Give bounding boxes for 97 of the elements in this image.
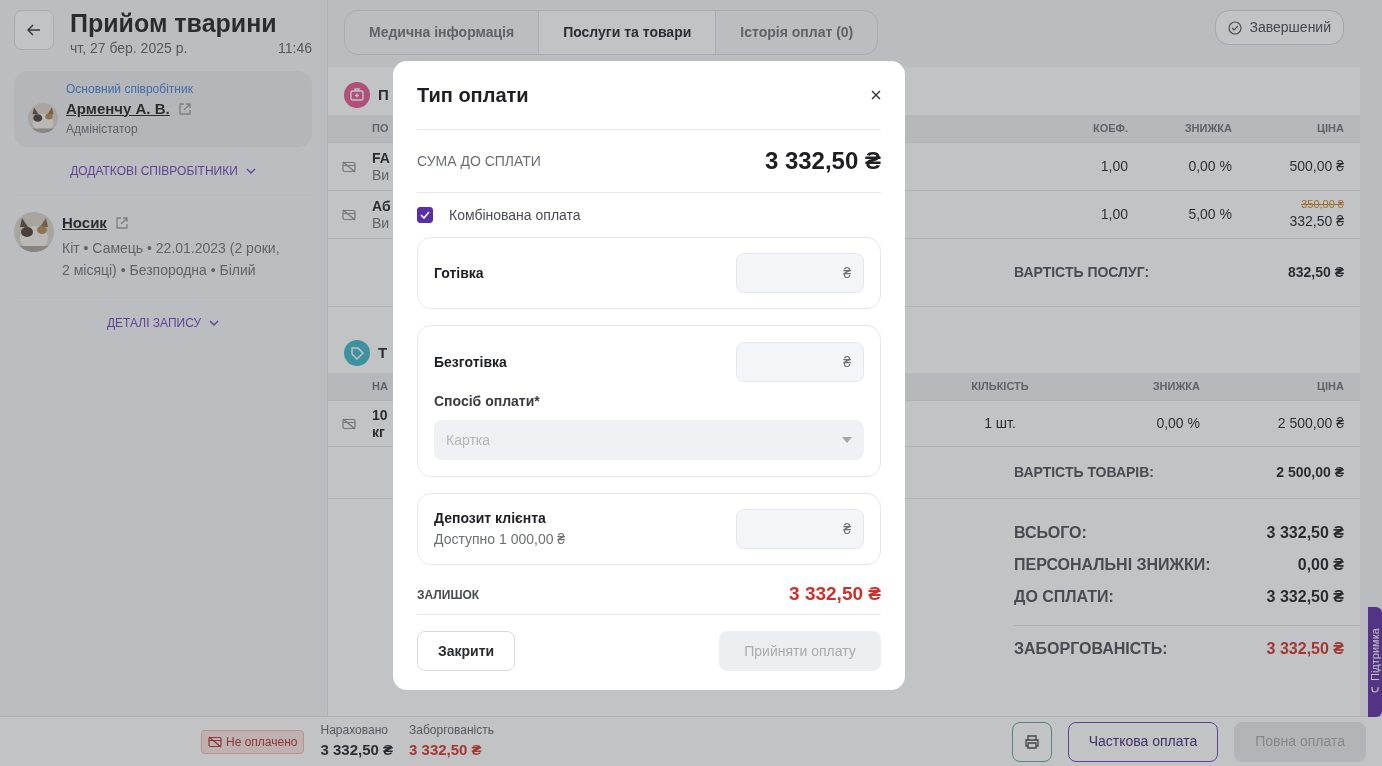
check-circle-icon — [1227, 20, 1242, 35]
back-arrow-icon — [27, 24, 41, 36]
record-details-toggle[interactable]: ДЕТАЛІ ЗАПИСУ — [106, 313, 202, 332]
deposit-available: Доступно 1 000,00 ₴ — [434, 530, 566, 549]
amount-label: СУМА ДО СПЛАТИ — [417, 151, 541, 171]
item-name: Аб — [372, 197, 391, 215]
check-icon — [420, 211, 430, 219]
external-link-icon[interactable] — [114, 216, 129, 231]
amount-input[interactable]: ₴ — [736, 509, 864, 549]
chevron-down-icon[interactable] — [245, 168, 256, 174]
old-price: 350,00 ₴ — [1301, 197, 1344, 211]
amount-input[interactable]: ₴ — [736, 253, 864, 293]
summary-label: ЗАБОРГОВАНІСТЬ: — [1014, 638, 1168, 659]
summary-value: 3 332,50 ₴ — [1266, 638, 1344, 659]
method-label: Безготівка — [434, 352, 507, 372]
partial-payment-button[interactable]: Часткова оплата — [1067, 721, 1219, 762]
currency-sign: ₴ — [843, 263, 851, 283]
debt-amount: 3 332,50 ₴ — [409, 740, 483, 761]
print-button[interactable] — [1011, 721, 1052, 762]
headset-icon — [1370, 685, 1380, 696]
item-subtitle: кг — [372, 423, 385, 441]
amount-input[interactable]: ₴ — [736, 342, 864, 382]
caret-icon — [842, 437, 852, 443]
select-label: Спосіб оплати* — [434, 392, 541, 411]
card-off-icon — [208, 735, 222, 748]
table-cell-text: 1 шт. — [983, 414, 1017, 433]
chevron-down-icon[interactable] — [209, 319, 220, 326]
summary-value: 3 332,50 ₴ — [1266, 587, 1344, 607]
column-header: НА — [372, 380, 388, 393]
table-cell-text: 0,00 % — [1155, 414, 1200, 433]
card-off-icon — [342, 417, 356, 430]
item-subtitle: Ви — [372, 214, 390, 232]
table-cell-text: 5,00 % — [1187, 205, 1232, 224]
column-header: КОЕФ. — [1092, 122, 1128, 135]
item-price: 2 500,00 ₴ — [1277, 414, 1344, 433]
external-link-icon[interactable] — [177, 101, 192, 116]
tab[interactable]: Історія оплат (0) — [716, 11, 878, 54]
summary-label: ПЕРСОНАЛЬНІ ЗНИЖКИ: — [1014, 555, 1211, 575]
method-label: Готівка — [434, 263, 484, 283]
total-label: ВАРТІСТЬ ТОВАРІВ: — [1014, 463, 1154, 482]
employee-position: Адміністатор — [66, 121, 139, 138]
table-cell-text: 1,00 — [1099, 205, 1128, 224]
column-header: КІЛЬКІСТЬ — [971, 380, 1029, 393]
column-header: ПО — [372, 122, 389, 135]
item-price: 500,00 ₴ — [1289, 157, 1344, 176]
patient-details: Кіт • Самець • 22.01.2023 (2 роки, 2 місяці) • Безпородна • Білий — [62, 238, 281, 280]
section-title: Т — [378, 342, 388, 363]
back-button[interactable] — [14, 10, 54, 50]
support-tab[interactable]: Підтримка — [1368, 607, 1382, 717]
currency-sign: ₴ — [843, 352, 851, 372]
summary-label: ДО СПЛАТИ: — [1014, 587, 1114, 607]
select-placeholder: Картка — [446, 430, 491, 450]
remainder-label: ЗАЛИШОК — [417, 586, 480, 604]
page-title: Прийом тварини — [70, 10, 278, 38]
card-off-icon — [342, 208, 356, 221]
charged-label: Нараховано — [320, 722, 389, 740]
currency-sign: ₴ — [843, 519, 851, 539]
card-off-icon — [342, 160, 356, 173]
table-cell-text: 0,00 % — [1187, 157, 1232, 176]
employee-name-link[interactable]: Арменчу А. В. — [66, 97, 170, 120]
appointment-time: 11:46 — [278, 38, 312, 58]
tag-icon — [344, 340, 370, 366]
total-label: ВАРТІСТЬ ПОСЛУГ: — [1014, 263, 1150, 282]
patient-name-link[interactable]: Носик — [62, 212, 107, 235]
tab[interactable]: Послуги та товари — [539, 11, 717, 54]
table-cell-text: 1,00 — [1099, 157, 1128, 176]
item-name: 10 — [372, 406, 388, 424]
column-header: ЗНИЖКА — [1184, 122, 1232, 135]
remainder-amount: 3 332,50 ₴ — [789, 582, 881, 607]
status-button[interactable]: Завершений — [1214, 10, 1344, 45]
close-button[interactable] — [871, 90, 881, 100]
employee-role-label: Основний співробітник — [66, 80, 194, 98]
printer-icon — [1023, 733, 1040, 750]
medical-case-icon — [344, 82, 370, 108]
payment-status-badge: Не оплачено — [201, 729, 305, 754]
section-title: П — [378, 84, 389, 105]
total-value: 832,50 ₴ — [1287, 263, 1344, 282]
item-name: FA — [372, 149, 390, 167]
item-price: 332,50 ₴ — [1289, 211, 1344, 231]
debt-label: Заборгованість — [409, 722, 494, 740]
close-dialog-button[interactable]: Закрити — [417, 631, 516, 671]
close-icon — [871, 90, 881, 100]
combined-payment-checkbox[interactable]: Комбінована оплата — [417, 193, 881, 237]
column-header: ЗНИЖКА — [1152, 380, 1200, 393]
appointment-date: чт, 27 бер. 2025 р. — [70, 38, 188, 58]
item-subtitle: Ви — [372, 166, 390, 184]
dialog-title: Тип оплати — [417, 83, 529, 108]
summary-value: 0,00 ₴ — [1297, 555, 1344, 575]
total-value: 2 500,00 ₴ — [1276, 463, 1344, 482]
summary-value: 3 332,50 ₴ — [1266, 523, 1344, 543]
column-header: ЦІНА — [1317, 380, 1344, 393]
charged-amount: 3 332,50 ₴ — [320, 740, 394, 761]
summary-label: ВСЬОГО: — [1014, 523, 1087, 543]
column-header: ЦІНА — [1317, 122, 1344, 135]
amount-due: 3 332,50 ₴ — [764, 146, 881, 176]
method-label: Депозит клієнта — [434, 509, 547, 528]
additional-staff-toggle[interactable]: ДОДАТКОВІ СПІВРОБІТНИКИ — [70, 162, 238, 180]
